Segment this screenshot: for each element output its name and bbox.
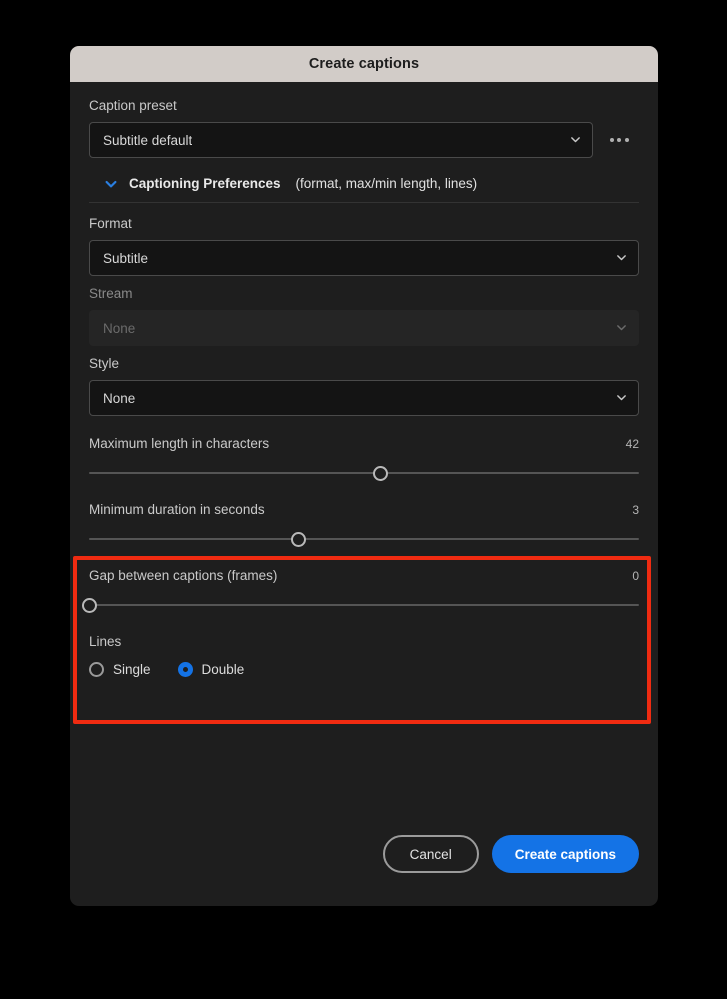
max-length-value: 42 xyxy=(625,437,639,451)
chevron-down-icon xyxy=(616,252,627,263)
lines-radio-group: Single Double xyxy=(89,662,639,677)
captioning-preferences-section: Captioning Preferences (format, max/min … xyxy=(89,176,639,203)
max-length-label: Maximum length in characters xyxy=(89,436,270,451)
slider-track xyxy=(89,604,639,606)
max-length-slider[interactable] xyxy=(89,464,639,482)
radio-single-label: Single xyxy=(113,662,151,677)
caption-preset-label: Caption preset xyxy=(89,98,177,113)
stream-label: Stream xyxy=(89,286,133,301)
format-select[interactable]: Subtitle xyxy=(89,240,639,276)
style-label: Style xyxy=(89,356,120,371)
style-field: Style None xyxy=(89,356,639,416)
lines-field: Lines Single Double xyxy=(89,634,639,677)
gap-header: Gap between captions (frames) 0 xyxy=(89,568,639,583)
radio-mark-icon xyxy=(89,662,104,677)
chevron-down-icon xyxy=(570,134,581,145)
min-duration-label: Minimum duration in seconds xyxy=(89,502,265,517)
cancel-button[interactable]: Cancel xyxy=(382,835,479,873)
chevron-down-icon xyxy=(616,392,627,403)
min-duration-slider[interactable] xyxy=(89,530,639,548)
lines-label: Lines xyxy=(89,634,122,649)
slider-handle[interactable] xyxy=(373,465,388,481)
captioning-preferences-header[interactable]: Captioning Preferences (format, max/min … xyxy=(89,176,639,191)
slider-track xyxy=(89,472,639,474)
stream-field: Stream None xyxy=(89,286,639,346)
min-duration-slider-block: Minimum duration in seconds 3 xyxy=(89,502,639,548)
more-dot-1 xyxy=(609,138,614,142)
dialog-titlebar: Create captions xyxy=(70,46,658,82)
slider-track xyxy=(89,538,639,540)
caption-preset-field: Caption preset Subtitle default xyxy=(89,98,639,158)
more-dot-3 xyxy=(624,138,629,142)
slider-handle[interactable] xyxy=(81,597,97,613)
min-duration-header: Minimum duration in seconds 3 xyxy=(89,502,639,517)
chevron-down-icon xyxy=(616,322,627,333)
style-select[interactable]: None xyxy=(89,380,639,416)
style-value: None xyxy=(103,390,136,406)
section-subtitle: (format, max/min length, lines) xyxy=(295,176,478,191)
chevron-down-icon[interactable] xyxy=(104,177,118,191)
radio-double[interactable]: Double xyxy=(177,662,245,677)
more-options-icon[interactable] xyxy=(599,122,639,158)
format-label: Format xyxy=(89,216,132,231)
min-duration-value: 3 xyxy=(632,503,639,517)
format-value: Subtitle xyxy=(103,250,149,266)
dialog-footer: Cancel Create captions xyxy=(382,835,639,873)
max-length-slider-block: Maximum length in characters 42 xyxy=(89,436,639,482)
caption-preset-select[interactable]: Subtitle default xyxy=(89,122,593,158)
radio-single[interactable]: Single xyxy=(89,662,151,677)
dialog-title: Create captions xyxy=(308,56,420,72)
more-dot-2 xyxy=(617,138,621,142)
radio-double-label: Double xyxy=(201,662,245,677)
stream-select: None xyxy=(89,310,639,346)
slider-handle[interactable] xyxy=(290,531,306,547)
create-captions-dialog: Create captions Caption preset Subtitle … xyxy=(70,46,658,906)
radio-mark-icon xyxy=(177,662,193,677)
gap-slider-block: Gap between captions (frames) 0 xyxy=(81,568,639,614)
max-length-header: Maximum length in characters 42 xyxy=(89,436,639,451)
create-captions-button[interactable]: Create captions xyxy=(491,835,639,873)
format-field: Format Subtitle xyxy=(89,216,639,276)
caption-preset-value: Subtitle default xyxy=(103,132,193,148)
stream-value: None xyxy=(103,320,136,336)
dialog-body: Caption preset Subtitle default Captioni… xyxy=(70,82,658,906)
caption-preset-row: Subtitle default xyxy=(89,122,639,158)
gap-slider[interactable] xyxy=(81,596,639,614)
gap-value: 0 xyxy=(632,569,639,583)
section-title: Captioning Preferences xyxy=(129,176,281,191)
screenshot-root: Create captions Caption preset Subtitle … xyxy=(0,0,727,999)
gap-label: Gap between captions (frames) xyxy=(89,568,278,583)
